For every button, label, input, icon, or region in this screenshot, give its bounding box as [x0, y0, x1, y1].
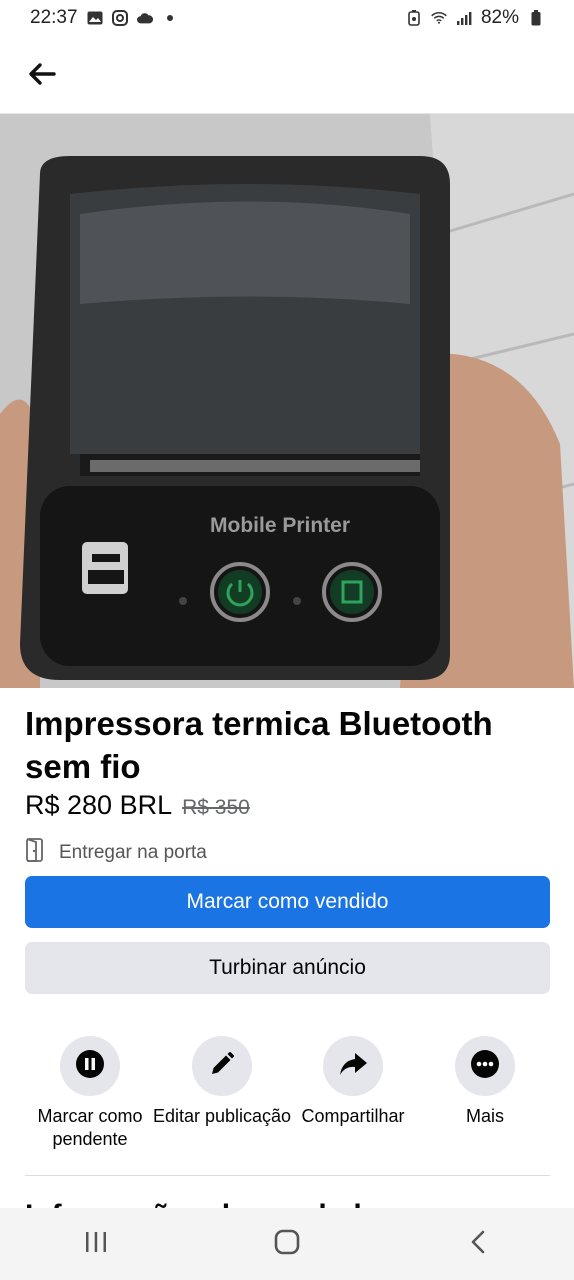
edit-listing-label: Editar publicação	[152, 1106, 292, 1126]
original-price: R$ 350	[182, 796, 250, 819]
share-label: Compartilhar	[301, 1106, 405, 1126]
system-back-button[interactable]	[448, 1219, 508, 1269]
printer-image: Mobile Printer	[0, 114, 574, 688]
pencil-icon	[208, 1050, 236, 1083]
chevron-left-icon	[469, 1229, 487, 1260]
price-row: R$ 280 BRL R$ 350	[25, 790, 250, 821]
divider	[25, 1175, 550, 1176]
status-bar: 22:37 82%	[0, 0, 574, 36]
share-icon	[338, 1051, 368, 1082]
signal-icon	[456, 10, 472, 26]
listing-title: Impressora termica Bluetooth sem fio	[25, 705, 493, 785]
boost-listing-button[interactable]: Turbinar anúncio	[25, 942, 550, 994]
top-nav	[0, 36, 574, 114]
status-time: 22:37	[30, 7, 78, 28]
home-icon	[274, 1229, 300, 1260]
mark-pending-action[interactable]: Marcar como pendente	[20, 1036, 160, 1151]
share-button[interactable]	[323, 1036, 383, 1096]
back-button[interactable]	[22, 56, 62, 96]
status-right: 82%	[406, 7, 544, 29]
wifi-icon	[431, 10, 447, 26]
product-photo[interactable]: Mobile Printer	[0, 114, 574, 688]
more-action[interactable]: Mais	[415, 1036, 555, 1128]
share-action[interactable]: Compartilhar	[283, 1036, 423, 1128]
cloud-icon	[136, 10, 153, 26]
recents-icon	[84, 1230, 108, 1259]
status-left: 22:37	[30, 7, 178, 29]
system-nav-bar	[0, 1208, 574, 1280]
door-icon	[25, 838, 45, 868]
current-price: R$ 280 BRL	[25, 790, 173, 820]
delivery-label: Entregar na porta	[59, 842, 207, 863]
home-button[interactable]	[257, 1219, 317, 1269]
battery-saver-icon	[406, 10, 422, 26]
more-button[interactable]	[455, 1036, 515, 1096]
battery-icon	[528, 10, 544, 26]
mark-sold-button[interactable]: Marcar como vendido	[25, 876, 550, 928]
printer-label: Mobile Printer	[210, 514, 350, 537]
more-icon	[470, 1049, 500, 1084]
mark-pending-button[interactable]	[60, 1036, 120, 1096]
dot-icon	[162, 10, 178, 26]
pause-icon	[75, 1049, 105, 1084]
instagram-icon	[111, 10, 128, 26]
mark-pending-label: Marcar como pendente	[37, 1106, 143, 1149]
recents-button[interactable]	[66, 1219, 126, 1269]
delivery-info: Entregar na porta	[25, 838, 207, 868]
more-label: Mais	[465, 1106, 504, 1126]
arrow-left-icon	[28, 62, 56, 91]
battery-percent: 82%	[480, 7, 519, 28]
edit-listing-action[interactable]: Editar publicação	[152, 1036, 292, 1128]
action-row: Marcar como pendente Editar publicação C…	[25, 1036, 550, 1156]
edit-listing-button[interactable]	[192, 1036, 252, 1096]
gallery-icon	[87, 10, 103, 26]
